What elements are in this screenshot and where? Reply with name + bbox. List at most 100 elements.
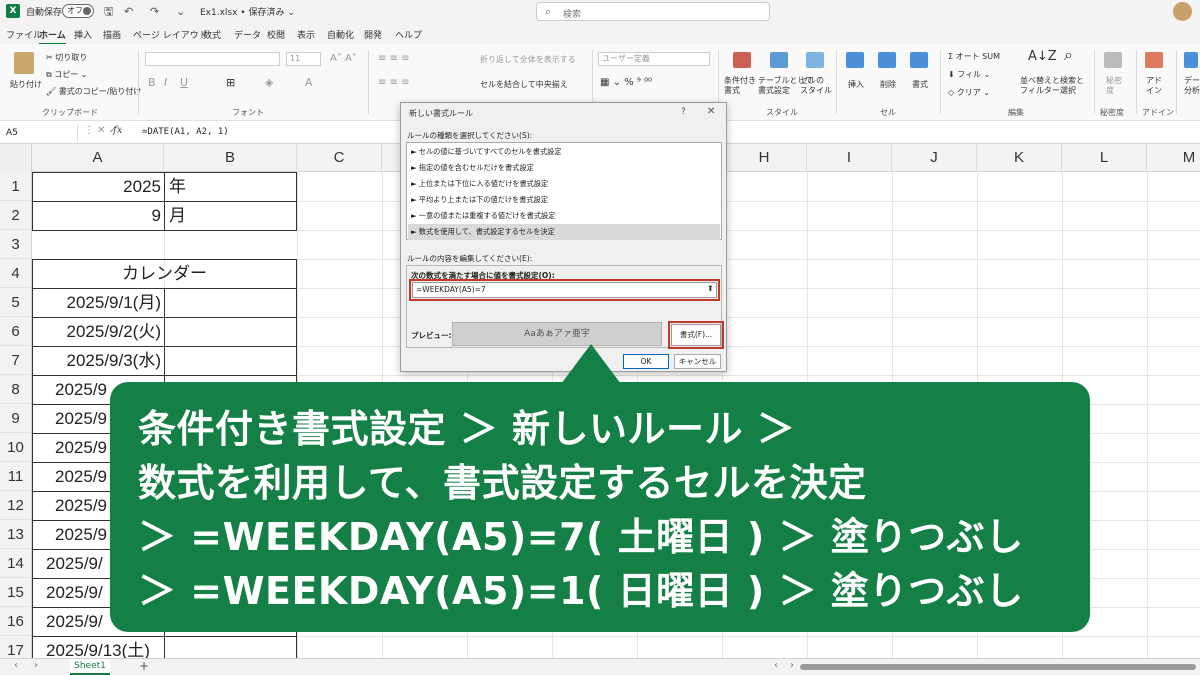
row-header-16[interactable]: 16 [0, 607, 32, 636]
cell-a17[interactable]: 2025/9/13(土) [42, 637, 172, 658]
column-header-k[interactable]: K [977, 144, 1062, 172]
column-header-j[interactable]: J [892, 144, 977, 172]
cell-a2[interactable]: 9 [33, 202, 164, 230]
rule-type-item[interactable]: ► セルの値に基づいてすべてのセルを書式設定 [408, 144, 720, 160]
cell-a6[interactable]: 2025/9/2(火) [33, 318, 164, 346]
addins-button[interactable]: アド イン [1146, 76, 1162, 96]
analyze-data-button[interactable]: データ 分析 [1184, 76, 1200, 96]
clear-button[interactable]: ◇ クリア ⌄ [948, 88, 990, 98]
bold-icon[interactable]: B [148, 77, 156, 88]
name-box[interactable]: A5 [0, 124, 78, 142]
merge-center-button[interactable]: セルを結合して中央揃え [480, 80, 568, 90]
cancel-button[interactable]: キャンセル [674, 354, 721, 369]
cell-a5[interactable]: 2025/9/1(月) [33, 289, 164, 317]
copy-button[interactable]: ⧉ コピー ⌄ [46, 70, 88, 80]
row-header-1[interactable]: 1 [0, 172, 32, 201]
row-header-5[interactable]: 5 [0, 288, 32, 317]
currency-icon[interactable]: ▦ ⌄ % ⁹ ⁰⁰ [600, 78, 652, 88]
autosum-button[interactable]: Σ オート SUM [948, 52, 1000, 62]
borders-icon[interactable]: ⊞ [226, 77, 235, 88]
row-header-12[interactable]: 12 [0, 491, 32, 520]
undo-icon[interactable]: ↶ [124, 4, 133, 20]
row-header-4[interactable]: 4 [0, 259, 32, 288]
help-icon[interactable]: ? [681, 107, 686, 117]
delete-cells-button[interactable]: 削除 [880, 80, 896, 90]
row-header-13[interactable]: 13 [0, 520, 32, 549]
wrap-text-button[interactable]: 折り返して全体を表示する [480, 55, 576, 65]
search-input[interactable]: ⌕ 検索 [536, 2, 770, 21]
tab-review[interactable]: 校閲 [267, 28, 285, 41]
align-top-icon[interactable]: ≡ ≡ ≡ [378, 54, 410, 64]
conditional-format-button[interactable]: 条件付き 書式 [724, 76, 756, 96]
tab-page-layout[interactable]: ページ レイアウト [133, 28, 208, 41]
row-header-9[interactable]: 9 [0, 404, 32, 433]
rule-type-item[interactable]: ► 平均より上または下の値だけを書式設定 [408, 192, 720, 208]
tab-data[interactable]: データ [234, 28, 261, 41]
rule-type-item[interactable]: ► 指定の値を含むセルだけを書式設定 [408, 160, 720, 176]
insert-cells-button[interactable]: 挿入 [848, 80, 864, 90]
column-header-h[interactable]: H [722, 144, 807, 172]
sort-filter-button[interactable]: 並べ替えと フィルター [1020, 76, 1060, 96]
cell-styles-button[interactable]: セルの スタイル [800, 76, 832, 96]
sheet-tab[interactable]: Sheet1 [70, 659, 110, 675]
align-left-icon[interactable]: ≡ ≡ ≡ [378, 78, 410, 88]
cell-b2[interactable]: 月 [165, 202, 296, 230]
select-all-corner[interactable] [0, 144, 32, 172]
rule-type-item-selected[interactable]: ► 数式を使用して、書式設定するセルを決定 [408, 224, 720, 240]
tab-automate[interactable]: 自動化 [327, 28, 354, 41]
column-header-i[interactable]: I [807, 144, 892, 172]
tab-insert[interactable]: 挿入 [74, 28, 92, 41]
horizontal-scrollbar[interactable] [800, 664, 1196, 670]
format-painter-button[interactable]: 🖌 書式のコピー/貼り付け [46, 87, 141, 97]
rule-type-item[interactable]: ► 上位または下位に入る値だけを書式設定 [408, 176, 720, 192]
row-header-14[interactable]: 14 [0, 549, 32, 578]
column-header-l[interactable]: L [1062, 144, 1147, 172]
row-header-15[interactable]: 15 [0, 578, 32, 607]
font-grow-icon[interactable]: A˄ A˅ [330, 54, 357, 64]
row-header-8[interactable]: 8 [0, 375, 32, 404]
cell-b1[interactable]: 年 [165, 173, 296, 201]
fill-color-icon[interactable]: ◈ [265, 77, 273, 88]
scroll-left-icon[interactable]: ‹ [774, 660, 778, 671]
sensitivity-button[interactable]: 秘密 度 [1106, 76, 1122, 96]
formula-input[interactable]: =DATE(A1, A2, 1) [142, 127, 229, 137]
row-header-7[interactable]: 7 [0, 346, 32, 375]
file-title[interactable]: Ex1.xlsx • 保存済み ⌄ [200, 5, 295, 18]
paste-icon[interactable] [14, 52, 34, 74]
tab-developer[interactable]: 開発 [364, 28, 382, 41]
prev-sheet-icon[interactable]: ‹ [14, 660, 18, 671]
tab-home[interactable]: ホーム [39, 28, 66, 45]
row-header-10[interactable]: 10 [0, 433, 32, 462]
insert-function-icon[interactable]: fx [113, 125, 122, 136]
cell-a7[interactable]: 2025/9/3(水) [33, 347, 164, 375]
find-select-button[interactable]: 検索と 選択 [1060, 76, 1084, 96]
tab-formulas[interactable]: 数式 [203, 28, 221, 41]
column-header-m[interactable]: M [1147, 144, 1200, 172]
redo-icon[interactable]: ↷ [150, 4, 159, 20]
cell-a4[interactable]: カレンダー [33, 260, 296, 288]
close-icon[interactable]: ✕ [707, 106, 715, 117]
autosave-toggle[interactable]: オフ [62, 4, 94, 18]
row-header-6[interactable]: 6 [0, 317, 32, 346]
row-header-2[interactable]: 2 [0, 201, 32, 230]
save-icon[interactable]: 🖫 [104, 4, 113, 20]
font-name-select[interactable] [145, 52, 280, 66]
column-header-c[interactable]: C [297, 144, 382, 172]
avatar[interactable] [1173, 2, 1192, 21]
italic-icon[interactable]: I [164, 77, 167, 88]
row-header-17[interactable]: 17 [0, 636, 32, 658]
tab-draw[interactable]: 描画 [103, 28, 121, 41]
tab-file[interactable]: ファイル [6, 28, 42, 41]
column-header-b[interactable]: B [164, 144, 297, 172]
customize-toolbar-icon[interactable]: ⌄ [176, 4, 185, 20]
number-format-select[interactable]: ユーザー定義 [598, 52, 710, 66]
add-sheet-button[interactable]: + [139, 659, 149, 673]
paste-button[interactable]: 貼り付け [10, 80, 42, 90]
format-cells-button[interactable]: 書式 [912, 80, 928, 90]
fill-button[interactable]: ⬇ フィル ⌄ [948, 70, 990, 80]
tab-view[interactable]: 表示 [297, 28, 315, 41]
tab-help[interactable]: ヘルプ [395, 28, 422, 41]
underline-icon[interactable]: U [180, 77, 188, 88]
scroll-right-icon[interactable]: › [790, 660, 794, 671]
rule-type-item[interactable]: ► 一意の値または重複する値だけを書式設定 [408, 208, 720, 224]
